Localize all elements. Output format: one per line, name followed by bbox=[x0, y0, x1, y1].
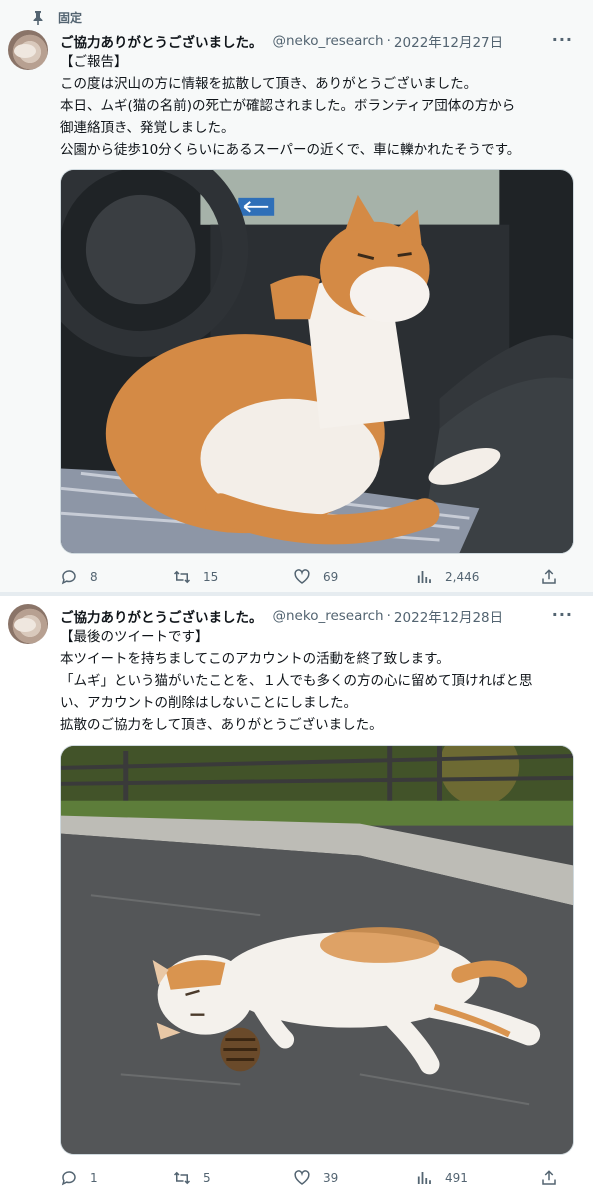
tweet-text: 【ご報告】 この度は沢山の方に情報を拡散して頂き、ありがとうございました。 本日… bbox=[60, 51, 585, 161]
views-button[interactable]: 2,446 bbox=[415, 568, 479, 586]
tweet-text-line: 【最後のツイートです】 bbox=[60, 629, 209, 645]
avatar[interactable] bbox=[8, 604, 48, 644]
cat-in-car-image bbox=[61, 170, 573, 553]
retweet-button[interactable]: 15 bbox=[173, 568, 218, 586]
user-handle[interactable]: @neko_research bbox=[273, 608, 384, 624]
reply-count: 1 bbox=[90, 1171, 98, 1185]
tweet-header: ご協力ありがとうございました。 @neko_research · 2022年12… bbox=[60, 31, 503, 51]
tweet-date[interactable]: 2022年12月28日 bbox=[394, 606, 503, 626]
pin-icon bbox=[33, 10, 43, 25]
tweet-text-line: この度は沢山の方に情報を拡散して頂き、ありがとうございました。 bbox=[60, 76, 478, 92]
tweet-text-line: い、アカウントの削除はしないことにしました。 bbox=[60, 695, 357, 711]
reply-button[interactable]: 1 bbox=[60, 1169, 98, 1187]
display-name[interactable]: ご協力ありがとうございました。 bbox=[60, 31, 263, 51]
more-options-icon[interactable]: ··· bbox=[552, 30, 573, 49]
tweet-date[interactable]: 2022年12月27日 bbox=[394, 31, 503, 51]
tweet-actions: 1 5 39 491 bbox=[60, 1168, 580, 1188]
reply-count: 8 bbox=[90, 570, 98, 584]
heart-icon bbox=[294, 569, 310, 584]
like-button[interactable]: 69 bbox=[293, 568, 338, 586]
analytics-icon bbox=[417, 1172, 431, 1184]
reply-icon bbox=[61, 1171, 76, 1186]
share-icon bbox=[542, 569, 556, 584]
tweet-text-line: 本日、ムギ(猫の名前)の死亡が確認されました。ボランティア団体の方から bbox=[60, 98, 516, 114]
heart-icon bbox=[294, 1170, 310, 1185]
view-count: 2,446 bbox=[445, 570, 480, 584]
retweet-button[interactable]: 5 bbox=[173, 1169, 211, 1187]
tweet-1[interactable]: 固定 ご協力ありがとうございました。 @neko_research · 2022… bbox=[0, 0, 593, 592]
share-icon bbox=[542, 1170, 556, 1185]
view-count: 491 bbox=[445, 1171, 468, 1185]
pinned-indicator: 固定 bbox=[32, 9, 82, 26]
retweet-icon bbox=[173, 570, 191, 584]
display-name[interactable]: ご協力ありがとうございました。 bbox=[60, 606, 263, 626]
tweet-text-line: 「ムギ」という猫がいたことを、１人でも多くの方の心に留めて頂ければと思 bbox=[60, 673, 533, 689]
more-options-icon[interactable]: ··· bbox=[552, 605, 573, 624]
tweet-2[interactable]: ご協力ありがとうございました。 @neko_research · 2022年12… bbox=[0, 596, 593, 1200]
pinned-label: 固定 bbox=[58, 11, 83, 25]
tweet-image[interactable] bbox=[60, 745, 574, 1155]
separator: · bbox=[386, 33, 391, 49]
retweet-count: 15 bbox=[203, 570, 219, 584]
views-button[interactable]: 491 bbox=[415, 1169, 468, 1187]
reply-button[interactable]: 8 bbox=[60, 568, 98, 586]
retweet-count: 5 bbox=[203, 1171, 211, 1185]
analytics-icon bbox=[417, 571, 431, 583]
user-handle[interactable]: @neko_research bbox=[273, 33, 384, 49]
tweet-actions: 8 15 69 2,446 bbox=[60, 567, 580, 587]
tweet-text-line: 御連絡頂き、発覚しました。 bbox=[60, 120, 235, 136]
separator: · bbox=[386, 608, 391, 624]
like-count: 69 bbox=[323, 570, 339, 584]
like-count: 39 bbox=[323, 1171, 339, 1185]
share-button[interactable] bbox=[540, 568, 570, 586]
tweet-header: ご協力ありがとうございました。 @neko_research · 2022年12… bbox=[60, 606, 503, 626]
tweet-text: 【最後のツイートです】 本ツイートを持ちましてこのアカウントの活動を終了致します… bbox=[60, 626, 585, 736]
cat-on-pavement-image bbox=[61, 746, 573, 1154]
tweet-text-line: 公園から徒歩10分くらいにあるスーパーの近くで、車に轢かれたそうです。 bbox=[60, 142, 521, 158]
tweet-image[interactable] bbox=[60, 169, 574, 554]
tweet-text-line: 【ご報告】 bbox=[60, 54, 128, 70]
tweet-text-line: 拡散のご協力をして頂き、ありがとうございました。 bbox=[60, 717, 383, 733]
avatar[interactable] bbox=[8, 30, 48, 70]
retweet-icon bbox=[173, 1171, 191, 1185]
like-button[interactable]: 39 bbox=[293, 1169, 338, 1187]
reply-icon bbox=[61, 570, 76, 585]
share-button[interactable] bbox=[540, 1169, 570, 1187]
tweet-text-line: 本ツイートを持ちましてこのアカウントの活動を終了致します。 bbox=[60, 651, 450, 667]
